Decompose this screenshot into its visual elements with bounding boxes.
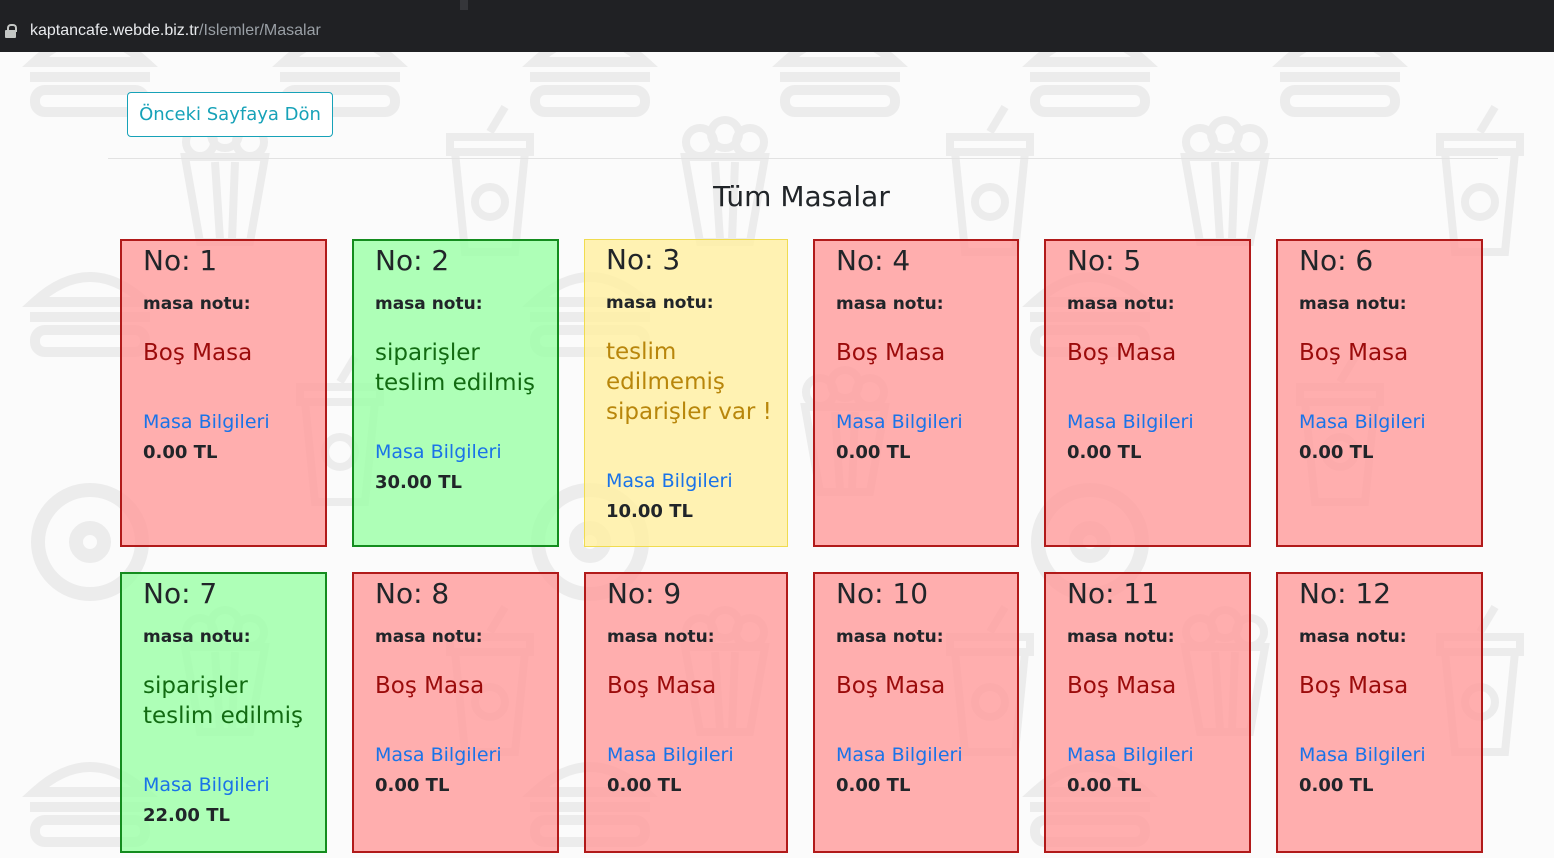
table-info-link[interactable]: Masa Bilgileri	[1299, 411, 1426, 433]
table-status: Boş Masa	[1299, 340, 1409, 366]
table-status: teslim edilmemiş siparişler var !	[606, 339, 772, 425]
table-total: 30.00 TL	[375, 472, 462, 493]
browser-tab[interactable]	[468, 0, 1554, 10]
table-status: Boş Masa	[607, 673, 717, 699]
table-status: Boş Masa	[143, 340, 253, 366]
table-card[interactable]: No: 5 masa notu: Boş Masa Masa Bilgileri 0.0…	[1044, 239, 1251, 547]
url-text[interactable]: kaptancafe.webde.biz.tr/Islemler/Masalar	[30, 22, 321, 40]
table-note-label: masa notu:	[143, 294, 251, 314]
table-card[interactable]: No: 12 masa notu: Boş Masa Masa Bilgileri 0.…	[1276, 572, 1483, 853]
table-card[interactable]: No: 9 masa notu: Boş Masa Masa Bilgileri 0.0…	[584, 572, 788, 853]
table-info-link[interactable]: Masa Bilgileri	[607, 744, 734, 766]
table-info-link[interactable]: Masa Bilgileri	[606, 470, 733, 492]
table-card[interactable]: No: 7 masa notu: siparişler teslim edilmiş…	[120, 572, 327, 853]
table-total: 0.00 TL	[1299, 775, 1374, 796]
table-number: No: 6	[1299, 244, 1374, 277]
table-total: 0.00 TL	[836, 775, 911, 796]
url-host: kaptancafe.webde.biz.tr	[30, 22, 199, 39]
browser-tab-strip	[0, 0, 1554, 10]
table-note-label: masa notu:	[143, 627, 251, 647]
table-note-label: masa notu:	[606, 293, 714, 313]
table-info-link[interactable]: Masa Bilgileri	[375, 744, 502, 766]
table-info-link[interactable]: Masa Bilgileri	[1299, 744, 1426, 766]
table-number: No: 11	[1067, 577, 1160, 610]
table-card[interactable]: No: 2 masa notu: siparişler teslim edilmiş…	[352, 239, 559, 547]
browser-tab[interactable]	[0, 0, 460, 10]
table-total: 0.00 TL	[143, 442, 218, 463]
table-note-label: masa notu:	[1067, 294, 1175, 314]
table-note-label: masa notu:	[375, 294, 483, 314]
table-total: 0.00 TL	[1067, 775, 1142, 796]
table-info-link[interactable]: Masa Bilgileri	[143, 411, 270, 433]
address-bar[interactable]: kaptancafe.webde.biz.tr/Islemler/Masalar	[0, 10, 1554, 52]
divider	[108, 158, 1498, 159]
table-card[interactable]: No: 11 masa notu: Boş Masa Masa Bilgileri 0.…	[1044, 572, 1251, 853]
table-note-label: masa notu:	[375, 627, 483, 647]
lock-icon[interactable]	[5, 24, 17, 38]
table-total: 22.00 TL	[143, 805, 230, 826]
table-note-label: masa notu:	[1299, 627, 1407, 647]
url-path: /Islemler/Masalar	[199, 22, 321, 39]
table-number: No: 2	[375, 244, 450, 277]
table-number: No: 12	[1299, 577, 1392, 610]
table-total: 0.00 TL	[1299, 442, 1374, 463]
table-total: 0.00 TL	[375, 775, 450, 796]
table-note-label: masa notu:	[836, 294, 944, 314]
table-status: Boş Masa	[1299, 673, 1409, 699]
table-number: No: 1	[143, 244, 218, 277]
table-total: 10.00 TL	[606, 501, 693, 522]
table-total: 0.00 TL	[607, 775, 682, 796]
page-content: Önceki Sayfaya Dön Tüm Masalar No: 1 masa…	[0, 52, 1554, 858]
table-status: Boş Masa	[1067, 340, 1177, 366]
table-info-link[interactable]: Masa Bilgileri	[143, 774, 270, 796]
table-info-link[interactable]: Masa Bilgileri	[1067, 744, 1194, 766]
table-info-link[interactable]: Masa Bilgileri	[836, 744, 963, 766]
table-total: 0.00 TL	[1067, 442, 1142, 463]
table-number: No: 4	[836, 244, 911, 277]
table-status: Boş Masa	[836, 673, 946, 699]
table-note-label: masa notu:	[836, 627, 944, 647]
table-note-label: masa notu:	[607, 627, 715, 647]
table-number: No: 10	[836, 577, 929, 610]
page-title: Tüm Masalar	[713, 180, 890, 213]
table-card[interactable]: No: 6 masa notu: Boş Masa Masa Bilgileri 0.0…	[1276, 239, 1483, 547]
table-card[interactable]: No: 1 masa notu: Boş Masa Masa Bilgileri 0.0…	[120, 239, 327, 547]
table-note-label: masa notu:	[1299, 294, 1407, 314]
table-info-link[interactable]: Masa Bilgileri	[1067, 411, 1194, 433]
table-status: Boş Masa	[836, 340, 946, 366]
table-note-label: masa notu:	[1067, 627, 1175, 647]
table-number: No: 3	[606, 243, 681, 276]
table-number: No: 8	[375, 577, 450, 610]
back-to-previous-page-button[interactable]: Önceki Sayfaya Dön	[127, 92, 333, 137]
table-card[interactable]: No: 10 masa notu: Boş Masa Masa Bilgileri 0.…	[813, 572, 1019, 853]
table-number: No: 5	[1067, 244, 1142, 277]
table-number: No: 7	[143, 577, 218, 610]
table-info-link[interactable]: Masa Bilgileri	[836, 411, 963, 433]
table-number: No: 9	[607, 577, 682, 610]
table-card[interactable]: No: 3 masa notu: teslim edilmemiş siparişl…	[584, 239, 788, 547]
table-info-link[interactable]: Masa Bilgileri	[375, 441, 502, 463]
table-status: siparişler teslim edilmiş	[143, 673, 303, 729]
table-status: Boş Masa	[375, 673, 485, 699]
table-status: Boş Masa	[1067, 673, 1177, 699]
table-card[interactable]: No: 4 masa notu: Boş Masa Masa Bilgileri 0.0…	[813, 239, 1019, 547]
table-total: 0.00 TL	[836, 442, 911, 463]
table-card[interactable]: No: 8 masa notu: Boş Masa Masa Bilgileri 0.0…	[352, 572, 559, 853]
table-status: siparişler teslim edilmiş	[375, 340, 535, 396]
